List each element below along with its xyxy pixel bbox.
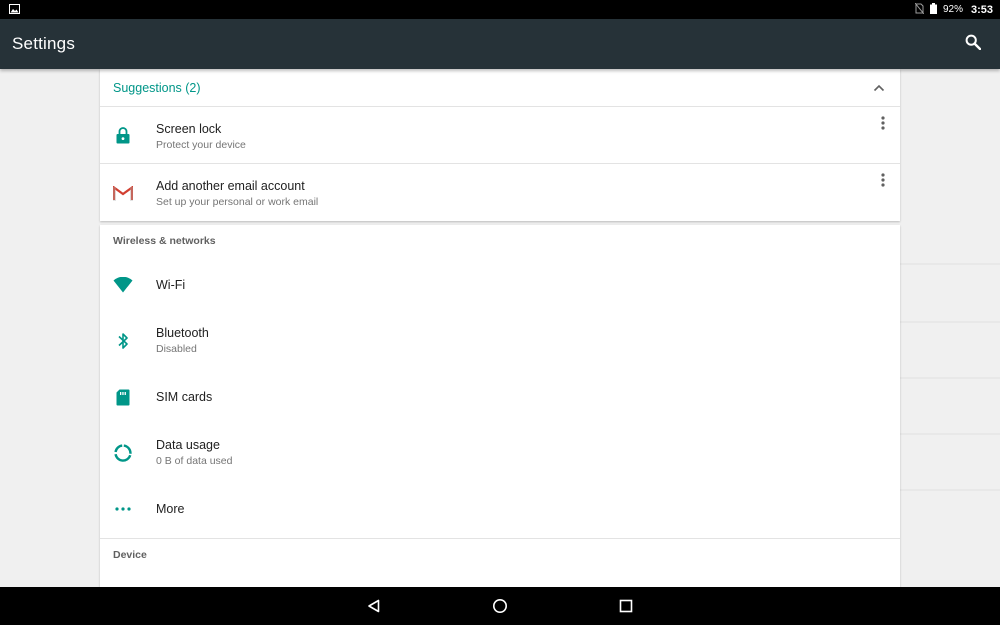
suggestion-email-account[interactable]: Add another email account Set up your pe… [100,164,900,221]
settings-item-sim-cards[interactable]: SIM cards [100,369,900,425]
settings-item-title: Bluetooth [156,326,209,340]
recents-icon [619,599,633,613]
settings-item-wifi[interactable]: Wi-Fi [100,257,900,313]
sim-card-icon [113,387,133,407]
settings-content[interactable]: Suggestions (2) Screen lock Protect your… [0,69,1000,587]
image-notification-icon [9,1,20,19]
suggestions-card: Suggestions (2) Screen lock Protect your… [100,69,900,221]
search-icon [965,34,982,55]
settings-item-title: Data usage [156,438,220,452]
no-sim-icon [914,2,925,17]
search-button[interactable] [962,33,984,55]
data-usage-icon [113,443,133,463]
more-dots-icon [113,499,133,519]
status-bar: 92% 3:53 [0,0,1000,19]
background-divider-lines [900,263,1000,491]
collapse-button[interactable] [872,81,886,95]
suggestion-menu-button[interactable] [878,115,888,131]
more-vert-icon [881,116,885,130]
lock-icon [113,125,133,145]
settings-item-subtitle: 0 B of data used [156,455,233,467]
section-header-device: Device [113,549,147,561]
wifi-icon [113,275,133,295]
settings-item-bluetooth[interactable]: Bluetooth Disabled [100,313,900,369]
more-vert-icon [881,173,885,187]
chevron-up-icon [873,84,885,91]
suggestion-menu-button[interactable] [878,172,888,188]
settings-item-subtitle: Disabled [156,343,197,355]
suggestion-subtitle: Protect your device [156,139,246,151]
settings-item-title: Wi-Fi [156,278,186,292]
page-title: Settings [12,34,76,53]
clock: 3:53 [970,3,993,16]
settings-item-data-usage[interactable]: Data usage 0 B of data used [100,425,900,481]
bluetooth-icon [113,331,133,351]
settings-item-more[interactable]: More [100,481,900,537]
suggestions-header[interactable]: Suggestions (2) [100,69,900,107]
recents-button[interactable] [618,598,634,614]
home-icon [493,599,507,613]
navigation-bar [0,587,1000,625]
home-button[interactable] [492,598,508,614]
gmail-icon [113,183,133,203]
back-button[interactable] [366,598,382,614]
app-bar: Settings [0,19,1000,69]
battery-icon [929,2,937,17]
section-header-wireless: Wireless & networks [113,235,216,247]
settings-item-title: More [156,502,185,516]
back-icon [368,599,380,613]
wireless-networks-card: Wireless & networks Wi-Fi Bluetooth Disa… [100,225,900,587]
settings-item-title: SIM cards [156,390,213,404]
battery-percent: 92% [942,4,963,15]
suggestion-subtitle: Set up your personal or work email [156,196,319,208]
suggestion-title: Add another email account [156,179,305,193]
suggestion-title: Screen lock [156,122,222,136]
suggestion-screen-lock[interactable]: Screen lock Protect your device [100,107,900,164]
suggestions-title: Suggestions (2) [113,80,201,95]
